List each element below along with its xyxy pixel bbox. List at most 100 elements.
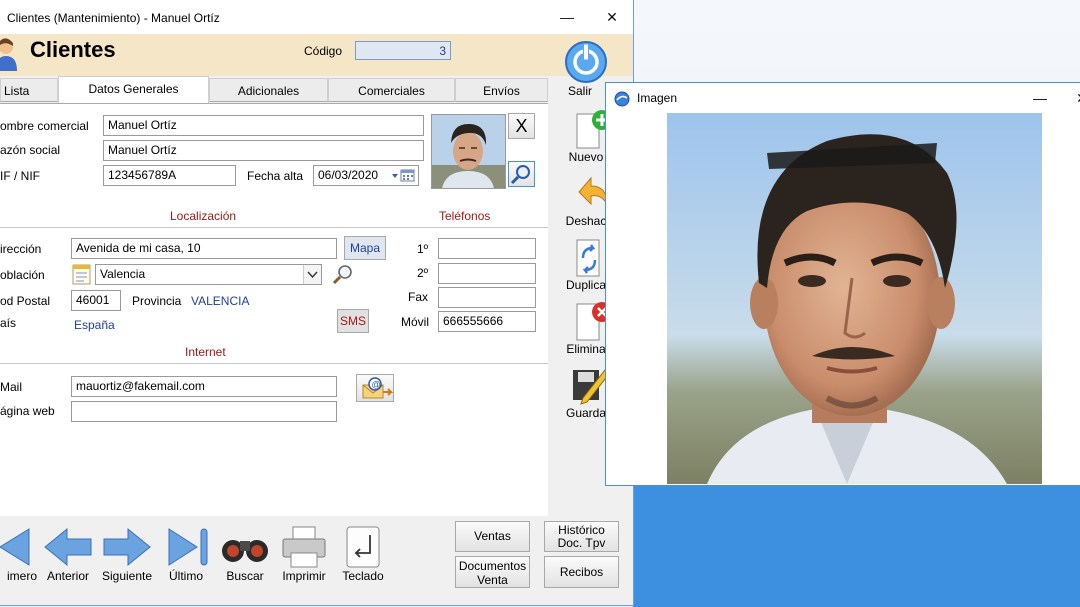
- duplicar-label: Duplica: [565, 278, 607, 292]
- calendar-dropdown-icon[interactable]: [390, 169, 416, 182]
- buscar-button[interactable]: Buscar: [216, 523, 274, 583]
- razon-social-field[interactable]: Manuel Ortíz: [103, 140, 424, 161]
- email-field[interactable]: mauortiz@fakemail.com: [71, 376, 337, 397]
- client-photo-thumbnail[interactable]: [431, 114, 506, 189]
- section-divider: [0, 227, 548, 228]
- pais-label: aís: [0, 316, 17, 330]
- cod-postal-field[interactable]: 46001: [71, 290, 121, 311]
- poblacion-label: oblación: [0, 268, 45, 282]
- telefono-2-label: 2º: [417, 266, 429, 280]
- telefono-1-field[interactable]: [438, 238, 536, 259]
- section-divider: [0, 363, 548, 364]
- duplicate-icon: [576, 239, 600, 277]
- enter-key-icon: [346, 526, 380, 568]
- list-icon[interactable]: [72, 264, 91, 285]
- imagen-window: Imagen — ✕: [605, 82, 1080, 486]
- historico-button[interactable]: Histórico Doc. Tpv: [544, 521, 619, 552]
- codigo-field[interactable]: 3: [355, 41, 451, 60]
- movil-field[interactable]: 666555666: [438, 311, 536, 332]
- anterior-button[interactable]: Anterior: [39, 523, 97, 583]
- imagen-minimize-button[interactable]: —: [1026, 87, 1054, 109]
- new-document-icon: [576, 110, 611, 149]
- ultimo-label: Último: [168, 569, 203, 583]
- primero-label: imero: [6, 569, 37, 583]
- telefono-1-label: 1º: [417, 242, 429, 256]
- next-arrow-icon: [103, 527, 151, 567]
- historico-label-2: Doc. Tpv: [557, 536, 606, 550]
- title-bar: Clientes (Mantenimiento) - Manuel Ortíz …: [0, 0, 633, 34]
- nif-field[interactable]: 123456789A: [103, 165, 236, 186]
- svg-text:@: @: [372, 380, 381, 390]
- ventas-button[interactable]: Ventas: [455, 521, 530, 552]
- window-title: Clientes (Mantenimiento) - Manuel Ortíz: [7, 11, 220, 25]
- teclado-button[interactable]: Teclado: [334, 523, 392, 583]
- web-label: ágina web: [0, 404, 55, 418]
- imagen-close-button[interactable]: ✕: [1068, 87, 1080, 109]
- tab-lista[interactable]: Lista: [0, 78, 58, 102]
- historico-label-1: Histórico: [558, 523, 605, 537]
- codigo-label: Código: [304, 44, 343, 58]
- siguiente-button[interactable]: Siguiente: [98, 523, 156, 583]
- binoculars-icon: [222, 540, 268, 562]
- siguiente-label: Siguiente: [101, 569, 153, 583]
- anterior-label: Anterior: [46, 569, 90, 583]
- guardar-label: Guarda: [565, 406, 607, 420]
- chevron-down-icon[interactable]: [303, 265, 321, 284]
- nombre-comercial-field[interactable]: Manuel Ortíz: [103, 115, 424, 136]
- poblacion-select[interactable]: Valencia: [95, 264, 322, 285]
- telefono-2-field[interactable]: [438, 263, 536, 284]
- imprimir-button[interactable]: Imprimir: [275, 523, 333, 583]
- clientes-window: Clientes (Mantenimiento) - Manuel Ortíz …: [0, 0, 634, 606]
- undo-icon: [578, 176, 608, 206]
- buscar-label: Buscar: [226, 569, 264, 583]
- minimize-button[interactable]: —: [553, 6, 581, 28]
- internet-section-title: Internet: [185, 345, 226, 359]
- nombre-comercial-label: ombre comercial: [0, 119, 89, 133]
- app-icon: [614, 91, 630, 107]
- pais-value[interactable]: España: [74, 318, 115, 332]
- save-icon: [573, 369, 610, 405]
- telefonos-section-title: Teléfonos: [439, 209, 491, 223]
- clear-photo-button[interactable]: X: [508, 113, 535, 139]
- close-button[interactable]: ✕: [598, 6, 626, 28]
- client-photo: [432, 115, 505, 188]
- primero-button[interactable]: imero: [0, 523, 44, 583]
- recibos-button[interactable]: Recibos: [544, 556, 619, 588]
- tab-datos-generales[interactable]: Datos Generales: [58, 76, 209, 103]
- fax-field[interactable]: [438, 287, 536, 308]
- razon-social-label: azón social: [0, 143, 61, 157]
- user-icon: [0, 38, 17, 71]
- web-field[interactable]: [71, 401, 337, 422]
- localizacion-section-title: Localización: [170, 209, 237, 223]
- delete-icon: [576, 302, 611, 341]
- imprimir-label: Imprimir: [282, 569, 326, 583]
- mapa-button[interactable]: Mapa: [344, 236, 386, 260]
- tab-bar: Lista Datos Generales Adicionales Comerc…: [0, 76, 548, 103]
- ultimo-button[interactable]: Último: [157, 523, 215, 583]
- fecha-alta-field[interactable]: 06/03/2020: [313, 165, 419, 186]
- zoom-photo-button[interactable]: [508, 161, 535, 187]
- imagen-window-title: Imagen: [637, 91, 678, 105]
- tab-comerciales[interactable]: Comerciales: [328, 78, 455, 102]
- fax-label: Fax: [408, 290, 429, 304]
- email-icon: @: [362, 377, 394, 399]
- documentos-label-1: Documentos: [458, 559, 527, 573]
- movil-label: Móvil: [401, 315, 430, 329]
- deshacer-label: Deshac: [565, 214, 607, 228]
- sms-button[interactable]: SMS: [337, 309, 369, 333]
- provincia-value: VALENCIA: [191, 294, 250, 308]
- direccion-label: irección: [0, 242, 42, 256]
- tab-envios[interactable]: Envíos: [455, 78, 548, 102]
- magnifier-icon: [510, 165, 530, 185]
- teclado-label: Teclado: [342, 569, 384, 583]
- search-icon[interactable]: [332, 263, 354, 285]
- direccion-field[interactable]: Avenida de mi casa, 10: [71, 238, 337, 259]
- printer-icon: [282, 526, 326, 568]
- provincia-label: Provincia: [132, 294, 182, 308]
- fecha-alta-label: Fecha alta: [247, 169, 304, 183]
- email-label: Mail: [0, 380, 23, 394]
- send-email-button[interactable]: @: [356, 374, 394, 402]
- documentos-venta-button[interactable]: Documentos Venta: [455, 556, 530, 588]
- tab-adicionales[interactable]: Adicionales: [209, 78, 328, 102]
- nuevo-label: Nuevo: [568, 150, 604, 164]
